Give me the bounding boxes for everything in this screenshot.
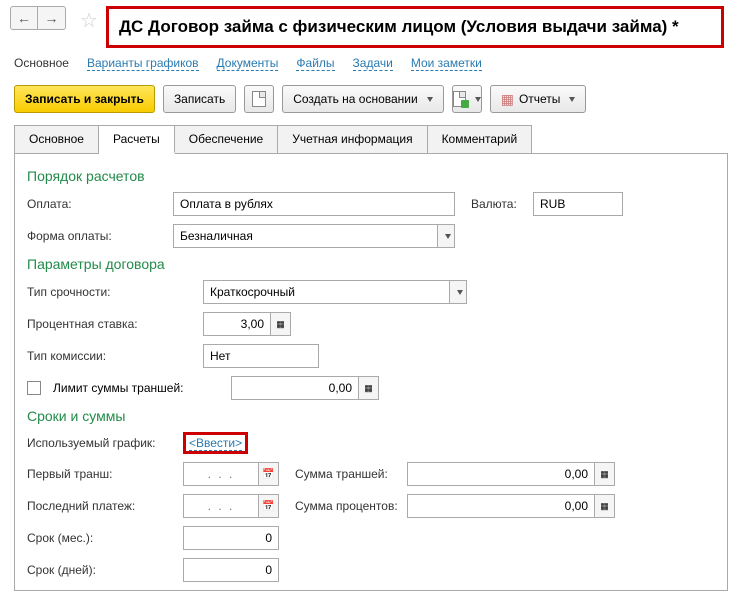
payform-select[interactable]: Безналичная <box>173 224 437 248</box>
payment-input[interactable] <box>173 192 455 216</box>
graph-label: Используемый график: <box>27 436 177 450</box>
tab-comment[interactable]: Комментарий <box>428 126 532 153</box>
tabs: Основное Расчеты Обеспечение Учетная инф… <box>14 125 532 153</box>
payform-label: Форма оплаты: <box>27 229 167 243</box>
rate-input[interactable] <box>203 312 271 336</box>
limit-input[interactable] <box>231 376 359 400</box>
link-variants[interactable]: Варианты графиков <box>87 56 199 71</box>
sum-tranche-label: Сумма траншей: <box>295 467 401 481</box>
favorite-icon[interactable]: ☆ <box>80 8 98 33</box>
currency-input[interactable] <box>533 192 623 216</box>
chevron-down-icon <box>569 97 575 102</box>
currency-label: Валюта: <box>471 197 527 211</box>
save-and-close-button[interactable]: Записать и закрыть <box>14 85 155 113</box>
section-links: Основное Варианты графиков Документы Фай… <box>0 48 742 81</box>
link-notes[interactable]: Мои заметки <box>411 56 482 71</box>
urgency-dropdown-button[interactable] <box>449 280 467 304</box>
limit-label: Лимит суммы траншей: <box>53 381 225 395</box>
reports-button[interactable]: ▦Отчеты <box>490 85 587 113</box>
chevron-down-icon <box>427 97 433 102</box>
link-main[interactable]: Основное <box>14 56 69 71</box>
last-date-picker[interactable]: 📅 <box>259 494 279 518</box>
sum-tranche-calc[interactable]: ▦ <box>595 462 615 486</box>
chevron-down-icon <box>445 234 451 239</box>
first-date-picker[interactable]: 📅 <box>259 462 279 486</box>
rate-calc-button[interactable]: ▦ <box>271 312 291 336</box>
first-tranche-label: Первый транш: <box>27 467 177 481</box>
commission-input[interactable] <box>203 344 319 368</box>
limit-checkbox[interactable] <box>27 381 41 395</box>
link-tasks[interactable]: Задачи <box>353 56 393 71</box>
document-icon <box>252 91 266 107</box>
payment-label: Оплата: <box>27 197 167 211</box>
create-based-button[interactable]: Создать на основании <box>282 85 444 113</box>
section-payment-order: Порядок расчетов <box>27 168 715 184</box>
tab-accounting[interactable]: Учетная информация <box>278 126 427 153</box>
graph-enter-link[interactable]: <Ввести> <box>189 436 242 451</box>
urgency-select[interactable]: Краткосрочный <box>203 280 449 304</box>
link-files[interactable]: Файлы <box>296 56 334 71</box>
link-documents[interactable]: Документы <box>217 56 279 71</box>
sum-tranche-input[interactable] <box>407 462 595 486</box>
term-months-input[interactable] <box>183 526 279 550</box>
term-months-label: Срок (мес.): <box>27 531 177 545</box>
sum-interest-label: Сумма процентов: <box>295 499 401 513</box>
chevron-down-icon <box>457 290 463 295</box>
first-tranche-date[interactable] <box>183 462 259 486</box>
limit-calc-button[interactable]: ▦ <box>359 376 379 400</box>
report-icon: ▦ <box>501 91 514 108</box>
attach-button[interactable] <box>452 85 482 113</box>
nav-back-button[interactable]: ← <box>10 6 38 30</box>
chevron-down-icon <box>475 97 481 102</box>
rate-label: Процентная ставка: <box>27 317 197 331</box>
last-payment-label: Последний платеж: <box>27 499 177 513</box>
section-contract-params: Параметры договора <box>27 256 715 272</box>
payform-dropdown-button[interactable] <box>437 224 455 248</box>
tab-main[interactable]: Основное <box>15 126 99 153</box>
nav-fwd-button[interactable]: → <box>38 6 66 30</box>
sum-interest-calc[interactable]: ▦ <box>595 494 615 518</box>
sum-interest-input[interactable] <box>407 494 595 518</box>
save-button[interactable]: Записать <box>163 85 236 113</box>
graph-highlight: <Ввести> <box>183 432 248 454</box>
post-button[interactable] <box>244 85 274 113</box>
last-payment-date[interactable] <box>183 494 259 518</box>
term-days-input[interactable] <box>183 558 279 582</box>
document-attach-icon <box>453 91 466 107</box>
tab-collateral[interactable]: Обеспечение <box>175 126 278 153</box>
section-terms-sums: Сроки и суммы <box>27 408 715 424</box>
urgency-label: Тип срочности: <box>27 285 197 299</box>
commission-label: Тип комиссии: <box>27 349 197 363</box>
tab-calc[interactable]: Расчеты <box>99 126 175 154</box>
page-title: ДС Договор займа с физическим лицом (Усл… <box>106 6 724 48</box>
term-days-label: Срок (дней): <box>27 563 177 577</box>
